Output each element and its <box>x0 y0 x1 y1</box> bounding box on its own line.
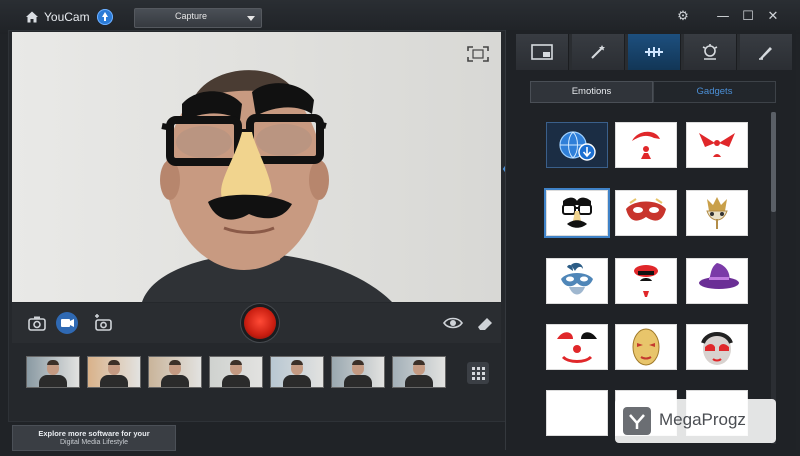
watermark-logo-icon <box>623 407 651 435</box>
gadget-pink-mask[interactable] <box>686 324 748 370</box>
video-preview[interactable] <box>12 32 501 302</box>
eye-icon[interactable] <box>442 312 464 334</box>
tab-brushes[interactable] <box>740 34 792 70</box>
pink-mask-icon <box>701 332 733 365</box>
download-more-button[interactable] <box>546 122 608 168</box>
effects-panel: Emotions Gadgets <box>505 30 796 450</box>
santa-hat-icon <box>632 131 660 159</box>
minimize-button[interactable]: — <box>716 10 730 24</box>
brush-icon <box>759 47 772 60</box>
camera-icon[interactable] <box>26 312 48 334</box>
watermark-text: MegaProgz <box>659 410 746 429</box>
subtab-gadgets[interactable]: Gadgets <box>653 81 776 103</box>
scrollbar-thumb[interactable] <box>771 112 776 212</box>
webcam-person <box>142 70 392 302</box>
capture-thumbnail[interactable] <box>148 356 202 388</box>
gadget-gallery <box>522 110 768 444</box>
gadget-subtabs: Emotions Gadgets <box>530 81 776 103</box>
magic-wand-icon <box>591 45 605 59</box>
captured-thumbnails <box>12 346 501 402</box>
watermark: MegaProgz <box>615 399 776 443</box>
gadget-groucho-glasses[interactable] <box>546 190 608 236</box>
gold-mask-icon <box>632 328 660 366</box>
record-button[interactable] <box>244 307 276 339</box>
jester-mask-icon <box>706 197 728 229</box>
video-mode-button[interactable] <box>56 312 78 334</box>
promo-banner[interactable]: Explore more software for your Digital M… <box>12 425 176 451</box>
frames-icon <box>531 44 553 60</box>
gadget-icon <box>645 47 663 57</box>
gadget-red-bow[interactable] <box>686 122 748 168</box>
subtab-emotions[interactable]: Emotions <box>530 81 653 103</box>
app-title: YouCam <box>44 10 90 24</box>
beret-icon <box>634 265 658 297</box>
groucho-glasses-icon <box>562 197 592 228</box>
clown-icon <box>557 332 597 363</box>
grid-view-button[interactable] <box>467 362 489 384</box>
gadget-witch-hat[interactable] <box>686 258 748 304</box>
witch-hat-icon <box>699 263 739 289</box>
chevron-down-icon <box>247 16 255 21</box>
capture-thumbnail[interactable] <box>209 356 263 388</box>
gadget-feather-mask[interactable] <box>546 258 608 304</box>
capture-thumbnail[interactable] <box>270 356 324 388</box>
effects-tabs <box>516 34 792 70</box>
promo-line2: Digital Media Lifestyle <box>59 439 129 446</box>
gadget-jester-mask[interactable] <box>686 190 748 236</box>
fullscreen-icon[interactable] <box>467 46 489 62</box>
settings-icon[interactable]: ⚙ <box>676 10 690 24</box>
close-button[interactable]: ✕ <box>766 10 780 24</box>
home-icon[interactable] <box>24 9 40 25</box>
gadget-red-venetian-mask[interactable] <box>615 190 677 236</box>
avatar-icon <box>702 44 718 60</box>
capture-thumbnail[interactable] <box>26 356 80 388</box>
gadget-item-row5-1[interactable] <box>546 390 608 436</box>
capture-thumbnail[interactable] <box>331 356 385 388</box>
red-bow-icon <box>699 133 735 157</box>
gadget-gold-mask[interactable] <box>615 324 677 370</box>
globe-download-icon <box>559 131 596 161</box>
tab-gadgets[interactable] <box>628 34 681 70</box>
promo-line1: Explore more software for your <box>38 429 150 438</box>
video-camera-icon <box>61 319 74 327</box>
capture-thumbnail[interactable] <box>392 356 446 388</box>
tab-frames[interactable] <box>516 34 569 70</box>
capture-controls <box>12 303 501 343</box>
maximize-button[interactable]: ☐ <box>741 10 755 24</box>
gadget-santa-hat[interactable] <box>615 122 677 168</box>
feather-mask-icon <box>561 262 593 295</box>
mode-dropdown[interactable]: Capture <box>134 8 262 28</box>
youcam-window: YouCam Capture ⚙ — ☐ ✕ Explore more soft… <box>0 0 800 456</box>
eraser-icon[interactable] <box>474 312 496 334</box>
update-icon[interactable] <box>97 9 113 25</box>
venetian-mask-icon <box>626 198 666 221</box>
mode-dropdown-label: Capture <box>174 11 208 21</box>
gallery-scrollbar[interactable] <box>771 112 776 444</box>
title-bar: YouCam Capture ⚙ — ☐ ✕ <box>0 0 800 34</box>
capture-thumbnail[interactable] <box>87 356 141 388</box>
gadget-clown-face[interactable] <box>546 324 608 370</box>
burst-shot-icon[interactable] <box>92 312 114 334</box>
tab-particles[interactable] <box>572 34 625 70</box>
gadget-red-beret[interactable] <box>615 258 677 304</box>
tab-avatars[interactable] <box>684 34 737 70</box>
